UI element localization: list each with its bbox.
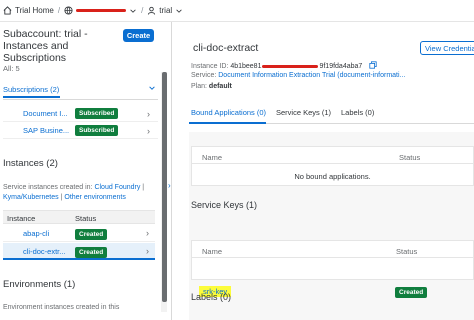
breadcrumb-subaccount-label: trial	[159, 6, 173, 15]
chevron-right-icon[interactable]: ›	[147, 126, 150, 136]
breadcrumb-separator: /	[141, 6, 144, 15]
column-name: Name	[202, 247, 223, 256]
instances-title: Instances (2)	[3, 158, 58, 169]
panel-tabs: Subscriptions (2)	[3, 82, 158, 100]
breadcrumb-global-account[interactable]	[64, 6, 137, 15]
environments-description: Environment instances created in this	[3, 304, 120, 311]
instances-description: Service instances created in: Cloud Foun…	[3, 183, 155, 203]
chevron-down-icon	[129, 7, 137, 15]
collapse-panel-icon[interactable]: ›	[168, 181, 171, 190]
breadcrumb-separator: /	[57, 6, 61, 15]
status-badge: Created	[395, 287, 428, 298]
subscription-name[interactable]: Document I...	[23, 109, 68, 118]
tab-bound-applications[interactable]: Bound Applications (0)	[191, 108, 266, 117]
instance-id-start: 4b1bee81	[230, 62, 262, 70]
empty-state-text: No bound applications.	[294, 172, 371, 181]
breadcrumb-subaccount[interactable]: trial	[147, 6, 183, 15]
instances-table-header: Instance Status	[3, 210, 155, 224]
chevron-right-icon[interactable]: ›	[146, 246, 149, 256]
plan-value: default	[208, 83, 232, 90]
service-link[interactable]: Document Information Extraction Trial (d…	[218, 72, 405, 79]
tab-service-keys[interactable]: Service Keys (1)	[276, 108, 331, 117]
instance-details-panel: cli-doc-extract View Credentials Instanc…	[173, 22, 474, 320]
instances-subscriptions-panel: Subaccount: trial - Instances and Subscr…	[0, 22, 172, 320]
breadcrumb: Trial Home / / trial	[0, 0, 474, 22]
bound-applications-table: Name Status No bound applications.	[191, 146, 474, 186]
chevron-right-icon[interactable]: ›	[146, 228, 149, 238]
column-status: Status	[399, 153, 421, 162]
redacted-instance-id	[262, 64, 319, 68]
divider	[192, 257, 473, 258]
subaccount-icon	[147, 6, 156, 15]
column-instance: Instance	[7, 214, 36, 223]
column-status: Status	[396, 247, 418, 256]
instances-desc-prefix: Service instances created in:	[3, 184, 95, 191]
active-tab-indicator	[3, 96, 60, 98]
service-row: Service: Document Information Extraction…	[191, 72, 405, 79]
instance-row[interactable]: abap-cli Created ›	[3, 225, 155, 242]
chevron-down-icon[interactable]	[148, 84, 156, 94]
instance-id-end: 9f19fda4aba7	[319, 62, 363, 70]
divider	[192, 163, 473, 164]
view-credentials-button[interactable]: View Credentials	[420, 41, 474, 55]
chevron-down-icon	[175, 7, 183, 15]
home-icon	[3, 6, 12, 15]
subscription-row[interactable]: SAP Busine... Subscribed ›	[3, 123, 158, 139]
copy-icon[interactable]	[369, 61, 377, 71]
tab-subscriptions[interactable]: Subscriptions (2)	[3, 85, 59, 94]
detail-tabs: Bound Applications (0) Service Keys (1) …	[189, 106, 474, 124]
active-tab-indicator	[189, 122, 266, 124]
status-badge: Subscribed	[75, 125, 119, 136]
page-title: cli-doc-extract	[193, 42, 259, 54]
link-cloud-foundry[interactable]: Cloud Foundry	[94, 184, 140, 191]
link-kyma-kubernetes[interactable]: Kyma/Kubernetes	[3, 194, 59, 201]
create-button[interactable]: Create	[123, 29, 154, 42]
scrollbar-thumb[interactable]	[162, 72, 167, 302]
subscription-name[interactable]: SAP Busine...	[23, 126, 69, 135]
all-count: All: 5	[3, 64, 20, 73]
subscription-row[interactable]: Document I... Subscribed ›	[3, 106, 158, 122]
tab-labels[interactable]: Labels (0)	[341, 108, 374, 117]
chevron-right-icon[interactable]: ›	[147, 109, 150, 119]
status-badge: Created	[75, 229, 108, 240]
panel-title: Subaccount: trial - Instances and Subscr…	[3, 28, 88, 64]
desc-separator: |	[140, 184, 145, 191]
instance-name[interactable]: cli-doc-extr...	[23, 247, 66, 256]
status-badge: Subscribed	[75, 108, 119, 119]
breadcrumb-home-label: Trial Home	[15, 6, 54, 15]
globe-icon	[64, 6, 73, 15]
service-label: Service:	[191, 72, 217, 79]
instance-row-selected[interactable]: cli-doc-extr... Created ›	[3, 243, 155, 260]
labels-title: Labels (0)	[191, 292, 232, 302]
redacted-account-name	[76, 9, 127, 12]
column-name: Name	[202, 153, 223, 162]
instance-name[interactable]: abap-cli	[23, 229, 49, 238]
plan-row: Plan: default	[191, 83, 232, 90]
service-keys-table: Name Status	[191, 240, 474, 280]
link-other-environments[interactable]: Other environments	[64, 194, 125, 201]
instance-id-row: Instance ID: 4b1bee81 9f19fda4aba7	[191, 61, 377, 71]
breadcrumb-home[interactable]: Trial Home	[3, 6, 54, 15]
plan-label: Plan:	[191, 83, 207, 90]
instance-id-label: Instance ID:	[191, 62, 229, 70]
service-keys-title: Service Keys (1)	[191, 200, 258, 210]
environments-title: Environments (1)	[3, 279, 76, 290]
status-badge: Created	[75, 247, 108, 258]
column-status: Status	[75, 214, 97, 223]
